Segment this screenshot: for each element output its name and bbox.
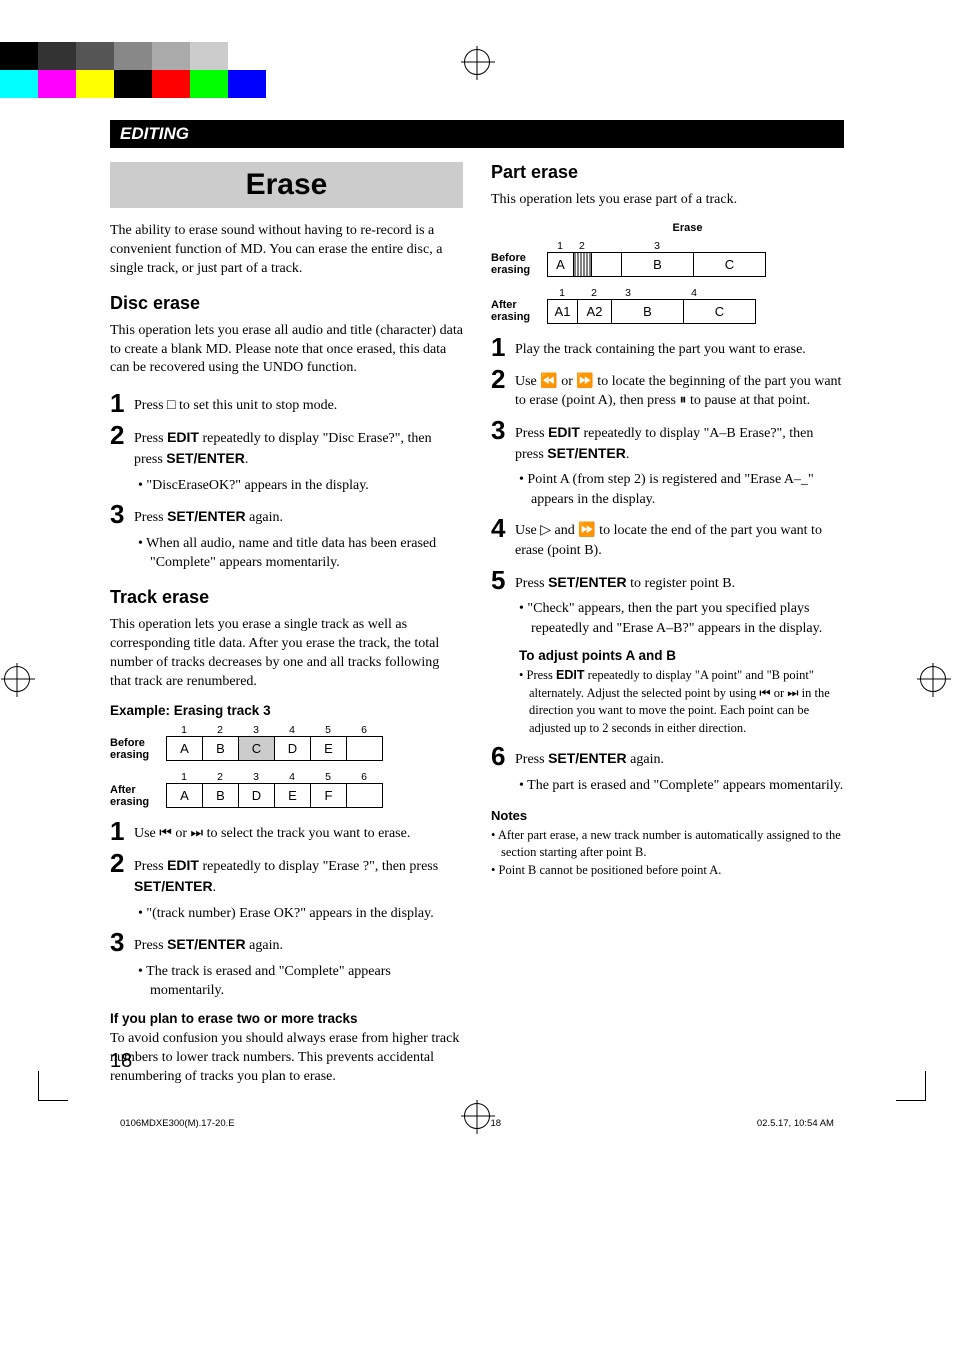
part-erase-before-diagram: 1 2 3 Before erasing A B C xyxy=(491,240,844,277)
step-text: Press EDIT repeatedly to display "Disc E… xyxy=(134,422,463,469)
disc-erase-heading: Disc erase xyxy=(110,293,463,314)
left-column: Erase The ability to erase sound without… xyxy=(110,162,463,1099)
step-number: 2 xyxy=(110,422,134,448)
crop-mark-bottom-right xyxy=(896,1071,926,1101)
adjust-body: Press EDIT repeatedly to display "A poin… xyxy=(519,667,844,737)
disc-erase-step-3: 3 Press SET/ENTER again. xyxy=(110,501,463,528)
part-erase-step-3-bullet: Point A (from step 2) is registered and … xyxy=(519,470,844,509)
step-text: Play the track containing the part you w… xyxy=(515,334,806,360)
side-registration-left xyxy=(4,666,34,696)
two-or-more-body: To avoid confusion you should always era… xyxy=(110,1030,463,1087)
part-erase-step-3: 3 Press EDIT repeatedly to display "A–B … xyxy=(491,417,844,464)
step-number: 3 xyxy=(491,417,515,443)
track-erase-step-1: 1 Use ⏮ or ⏭ to select the track you wan… xyxy=(110,818,463,844)
step-text: Press SET/ENTER again. xyxy=(134,501,283,528)
footer-center: 18 xyxy=(490,1118,501,1129)
step-number: 3 xyxy=(110,929,134,955)
notes-list: After part erase, a new track number is … xyxy=(491,827,844,880)
disc-erase-step-2: 2 Press EDIT repeatedly to display "Disc… xyxy=(110,422,463,469)
intro-paragraph: The ability to erase sound without havin… xyxy=(110,222,463,279)
page-number: 18 xyxy=(110,1050,132,1073)
side-registration-right xyxy=(920,666,950,696)
adjust-heading: To adjust points A and B xyxy=(519,648,844,663)
footer: 0106MDXE300(M).17-20.E 18 02.5.17, 10:54… xyxy=(0,1118,954,1129)
part-erase-step-2: 2 Use ⏪ or ⏩ to locate the beginning of … xyxy=(491,366,844,411)
step-text: Press EDIT repeatedly to display "A–B Er… xyxy=(515,417,844,464)
track-erase-step-3-bullet: The track is erased and "Complete" appea… xyxy=(138,962,463,1001)
step-text: Press SET/ENTER to register point B. xyxy=(515,567,735,594)
track-erase-intro: This operation lets you erase a single t… xyxy=(110,616,463,692)
track-erase-example-heading: Example: Erasing track 3 xyxy=(110,703,463,718)
step-number: 1 xyxy=(110,390,134,416)
section-header: EDITING xyxy=(110,120,844,148)
notes-heading: Notes xyxy=(491,808,844,823)
footer-left: 0106MDXE300(M).17-20.E xyxy=(120,1118,235,1129)
track-erase-step-2: 2 Press EDIT repeatedly to display "Eras… xyxy=(110,850,463,897)
step-number: 1 xyxy=(110,818,134,844)
step-number: 3 xyxy=(110,501,134,527)
part-erase-step-4: 4 Use ▷ and ⏩ to locate the end of the p… xyxy=(491,515,844,560)
part-erase-intro: This operation lets you erase part of a … xyxy=(491,191,844,210)
step-number: 2 xyxy=(110,850,134,876)
page-body: EDITING Erase The ability to erase sound… xyxy=(0,0,954,1159)
after-label: After erasing xyxy=(491,299,547,323)
track-erase-after-diagram: 123456 After erasing A B D E F xyxy=(110,771,463,808)
before-label: Before erasing xyxy=(110,737,166,761)
step-number: 4 xyxy=(491,515,515,541)
part-erase-after-diagram: 1 2 3 4 After erasing A1 A2 B C xyxy=(491,287,844,324)
crop-mark-bottom-left xyxy=(38,1071,68,1101)
track-erase-step-3: 3 Press SET/ENTER again. xyxy=(110,929,463,956)
part-erase-step-6: 6 Press SET/ENTER again. xyxy=(491,743,844,770)
disc-erase-step-2-bullet: "DiscEraseOK?" appears in the display. xyxy=(138,476,463,496)
before-label: Before erasing xyxy=(491,252,547,276)
step-text: Use ⏮ or ⏭ to select the track you want … xyxy=(134,818,410,844)
step-number: 2 xyxy=(491,366,515,392)
step-text: Press EDIT repeatedly to display "Erase … xyxy=(134,850,463,897)
part-erase-step-1: 1 Play the track containing the part you… xyxy=(491,334,844,360)
two-or-more-heading: If you plan to erase two or more tracks xyxy=(110,1011,463,1026)
step-text: Use ⏪ or ⏩ to locate the beginning of th… xyxy=(515,366,844,411)
step-text: Use ▷ and ⏩ to locate the end of the par… xyxy=(515,515,844,560)
part-erase-step-5-bullet: "Check" appears, then the part you speci… xyxy=(519,599,844,638)
footer-right: 02.5.17, 10:54 AM xyxy=(757,1118,834,1129)
step-text: Press SET/ENTER again. xyxy=(134,929,283,956)
part-erase-step-6-bullet: The part is erased and "Complete" appear… xyxy=(519,776,844,796)
title-band: Erase xyxy=(110,162,463,208)
track-erase-before-diagram: 123456 Before erasing A B C D E xyxy=(110,724,463,761)
disc-erase-intro: This operation lets you erase all audio … xyxy=(110,322,463,379)
after-label: After erasing xyxy=(110,784,166,808)
track-erase-step-2-bullet: "(track number) Erase OK?" appears in th… xyxy=(138,904,463,924)
disc-erase-step-3-bullet: When all audio, name and title data has … xyxy=(138,534,463,573)
part-erase-step-5: 5 Press SET/ENTER to register point B. xyxy=(491,567,844,594)
track-erase-heading: Track erase xyxy=(110,587,463,608)
right-column: Part erase This operation lets you erase… xyxy=(491,162,844,1099)
step-text: Press SET/ENTER again. xyxy=(515,743,664,770)
disc-erase-step-1: 1 Press □ to set this unit to stop mode. xyxy=(110,390,463,416)
step-text: Press □ to set this unit to stop mode. xyxy=(134,390,337,416)
page-title: Erase xyxy=(110,168,463,202)
step-number: 1 xyxy=(491,334,515,360)
step-number: 6 xyxy=(491,743,515,769)
step-number: 5 xyxy=(491,567,515,593)
erase-label: Erase xyxy=(531,222,844,234)
part-erase-heading: Part erase xyxy=(491,162,844,183)
